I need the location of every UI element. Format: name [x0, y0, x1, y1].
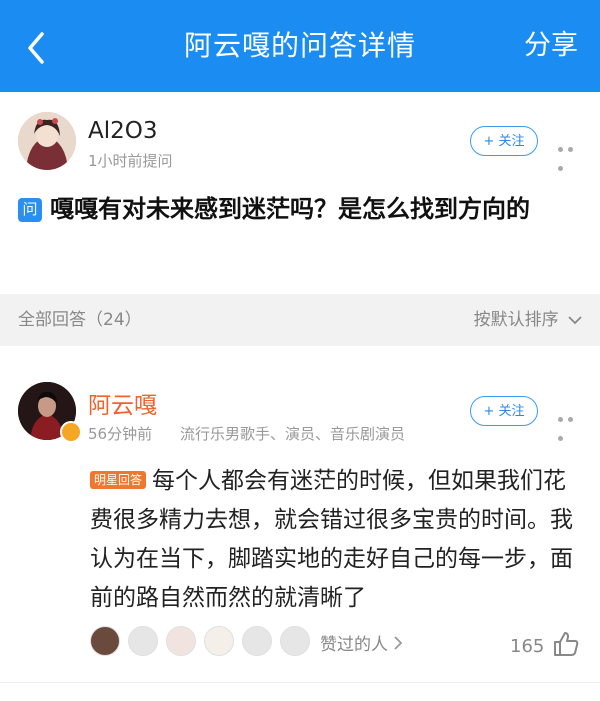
liker-avatar	[280, 626, 310, 656]
liker-avatar	[128, 626, 158, 656]
answer-author-name[interactable]: 阿云嘎	[88, 386, 157, 420]
answers-header: 全部回答（24） 按默认排序	[0, 294, 600, 346]
avatar-illustration	[18, 112, 76, 170]
answers-count: 全部回答（24）	[18, 310, 142, 330]
chevron-right-icon	[394, 636, 403, 650]
like-count: 165	[510, 636, 545, 657]
follow-author-button[interactable]: + 关注	[470, 396, 538, 426]
follow-asker-button[interactable]: + 关注	[470, 126, 538, 156]
likers-link[interactable]: 赞过的人	[320, 630, 403, 655]
divider	[0, 682, 600, 683]
chevron-down-icon	[568, 316, 582, 325]
liker-avatar	[90, 626, 120, 656]
answer-time: 56分钟前	[88, 425, 153, 443]
question-title: 问嘎嘎有对未来感到迷茫吗？是怎么找到方向的	[18, 190, 583, 228]
asker-time: 1小时前提问	[88, 152, 173, 170]
share-button[interactable]: 分享	[524, 0, 578, 92]
star-answer-badge: 明星回答	[90, 471, 147, 489]
thumbs-up-icon	[554, 632, 579, 656]
answer-text-block: 明星回答 每个人都会有迷茫的时候，但如果我们花费很多精力去想，就会错过很多宝贵的时…	[90, 462, 588, 618]
page-title: 阿云嘎的问答详情	[183, 29, 416, 62]
liker-avatar	[166, 626, 196, 656]
asker-avatar[interactable]	[18, 112, 76, 170]
likers-label: 赞过的人	[320, 635, 388, 655]
answer-text: 每个人都会有迷茫的时候，但如果我们花费很多精力去想，就会错过很多宝贵的时间。我认…	[90, 468, 573, 611]
liker-avatar	[204, 626, 234, 656]
app-header: 阿云嘎的问答详情 分享	[0, 0, 600, 92]
sort-dropdown[interactable]: 按默认排序	[474, 294, 582, 346]
liker-avatar	[242, 626, 272, 656]
like-button[interactable]	[552, 630, 580, 658]
asker-name[interactable]: Al2O3	[88, 118, 158, 144]
answer-author-tags: 流行乐男歌手、演员、音乐剧演员	[180, 425, 406, 443]
more-options-icon[interactable]	[558, 407, 586, 441]
more-options-icon[interactable]	[558, 137, 586, 171]
question-badge: 问	[18, 198, 42, 222]
sort-label: 按默认排序	[473, 310, 559, 330]
verified-badge-icon	[60, 421, 82, 443]
question-text: 嘎嘎有对未来感到迷茫吗？是怎么找到方向的	[50, 195, 530, 223]
